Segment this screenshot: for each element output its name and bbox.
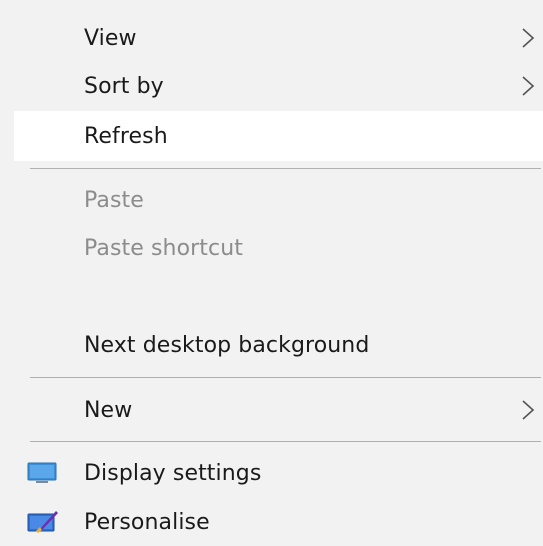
chevron-right-icon: [522, 400, 535, 420]
menu-item-paste-label: Paste: [84, 187, 144, 213]
menu-item-next-desktop-background[interactable]: Next desktop background: [14, 320, 543, 370]
menu-item-sort-by-label: Sort by: [84, 73, 164, 99]
menu-item-paste-shortcut-label: Paste shortcut: [84, 235, 243, 261]
menu-item-next-desktop-background-label: Next desktop background: [84, 332, 370, 358]
menu-item-personalise[interactable]: Personalise: [14, 498, 543, 546]
personalise-icon: [27, 511, 58, 533]
menu-item-refresh[interactable]: Refresh: [14, 111, 543, 161]
menu-item-refresh-label: Refresh: [84, 123, 168, 149]
menu-item-display-settings-label: Display settings: [84, 460, 262, 486]
menu-separator: [30, 441, 541, 442]
desktop-context-menu: View Sort by Refresh Paste Paste shortcu…: [0, 0, 543, 546]
menu-item-display-settings[interactable]: Display settings: [14, 448, 543, 498]
menu-item-paste-shortcut: Paste shortcut: [14, 224, 543, 272]
menu-item-view-label: View: [84, 25, 137, 51]
display-settings-icon: [27, 462, 57, 483]
chevron-right-icon: [522, 28, 535, 48]
menu-item-personalise-label: Personalise: [84, 509, 210, 535]
menu-item-new-label: New: [84, 397, 133, 423]
menu-item-sort-by[interactable]: Sort by: [14, 62, 543, 110]
menu-item-paste: Paste: [14, 176, 543, 224]
menu-separator: [30, 168, 541, 169]
chevron-right-icon: [522, 76, 535, 96]
menu-item-new[interactable]: New: [14, 385, 543, 435]
menu-separator: [30, 377, 541, 378]
menu-item-view[interactable]: View: [14, 14, 543, 62]
